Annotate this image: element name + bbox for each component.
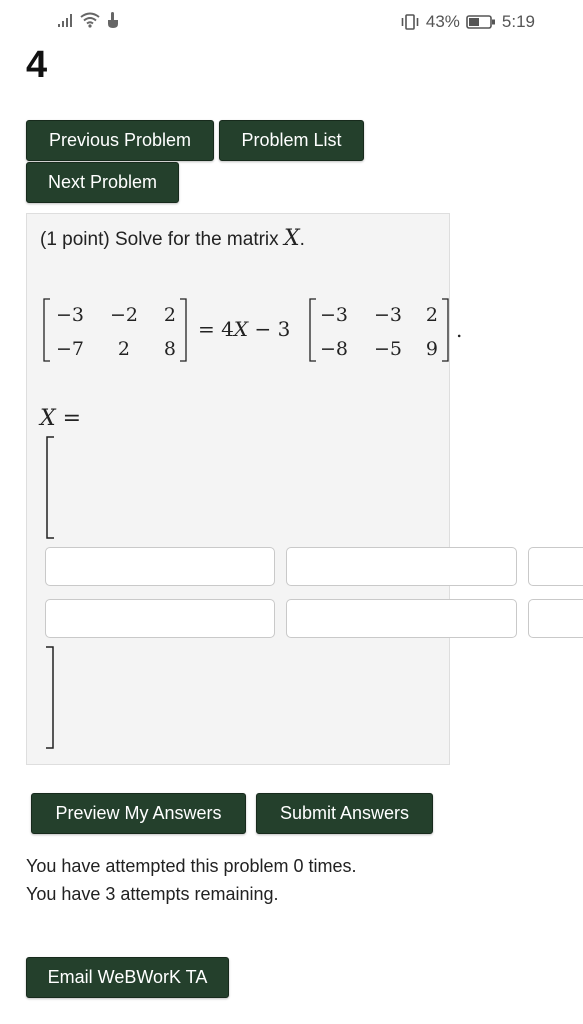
status-icons-left [58,12,120,28]
status-icons-right: 43% 5:19 [400,12,535,32]
problem-list-button[interactable]: Problem List [219,120,364,161]
status-bar: 43% 5:19 [0,0,583,44]
next-problem-button[interactable]: Next Problem [26,162,179,203]
battery-icon [466,15,496,29]
answer-label: X = [40,406,81,431]
answer-variable: X [40,406,56,431]
equation-period: . [456,318,463,342]
wifi-icon [80,12,100,28]
preview-answers-button[interactable]: Preview My Answers [31,793,246,834]
answer-equals: = [62,406,82,431]
answer-input-r2c2[interactable] [286,599,517,638]
previous-problem-button[interactable]: Previous Problem [26,120,214,161]
prompt-text: Solve for the matrix [114,229,279,250]
answer-input-r2c3[interactable] [528,599,583,638]
answer-input-r2c1[interactable] [45,599,275,638]
answer-input-r1c3[interactable] [528,547,583,586]
answer-left-bracket [46,436,54,539]
problem-prompt: (1 point) Solve for the matrix X. [40,226,305,251]
battery-percent: 43% [425,12,460,31]
touch-hand-icon [106,12,120,28]
prompt-period: . [299,229,305,250]
point-value: (1 point) [40,229,110,250]
problem-panel [26,213,450,765]
clock: 5:19 [501,12,535,31]
attempts-count-text: You have attempted this problem 0 times. [26,856,357,876]
problem-number: 4 [26,44,48,86]
attempts-remaining-text: You have 3 attempts remaining. [26,884,279,904]
answer-right-bracket [46,646,54,749]
prompt-variable: X [283,226,300,251]
submit-answers-button[interactable]: Submit Answers [256,793,433,834]
email-ta-button[interactable]: Email WeBWorK TA [26,957,229,998]
vibrate-icon [400,14,420,30]
answer-input-r1c1[interactable] [45,547,275,586]
answer-input-r1c2[interactable] [286,547,517,586]
signal-icon [58,13,74,27]
